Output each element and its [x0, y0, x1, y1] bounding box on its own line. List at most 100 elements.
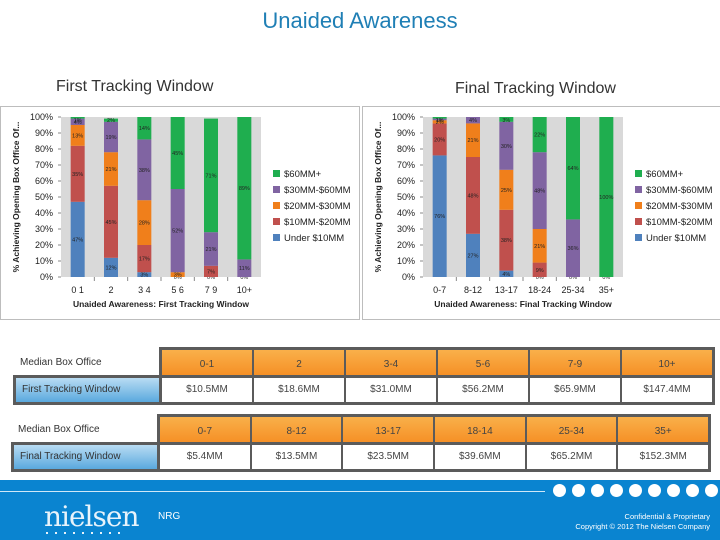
final-value-cell: $39.6MM [435, 445, 525, 469]
x-tick-label: 5 6 [171, 285, 184, 295]
legend-label: $30MM-$60MM [646, 185, 713, 196]
data-label: 19% [105, 135, 116, 141]
legend-label: $60MM+ [284, 169, 322, 180]
data-label: 3% [502, 118, 510, 124]
data-label: 64% [567, 166, 578, 172]
legal-notice: Confidential & Proprietary Copyright © 2… [575, 512, 710, 532]
data-label: 28% [139, 221, 150, 227]
data-label: 48% [534, 189, 545, 195]
data-label: 12% [105, 265, 116, 271]
data-label: 4% [469, 118, 477, 124]
data-label: 2% [107, 118, 115, 124]
y-tick-label: 80% [397, 144, 415, 154]
x-axis-label: Unaided Awareness: Final Tracking Window [434, 299, 612, 309]
x-tick-label: 35+ [599, 285, 614, 295]
final-value-cell: $23.5MM [343, 445, 434, 469]
y-tick-label: 60% [35, 176, 53, 186]
data-label: 47% [72, 237, 83, 243]
data-label: 100% [599, 195, 613, 201]
legend-label: $20MM-$30MM [646, 201, 713, 212]
y-tick-label: 30% [35, 224, 53, 234]
data-label: 4% [502, 272, 510, 278]
data-label: 3% [140, 273, 148, 279]
y-tick-label: 70% [35, 160, 53, 170]
nielsen-logo: nielsen [44, 500, 139, 533]
legend-swatch [273, 170, 280, 177]
data-label: 30% [501, 144, 512, 150]
legend-label: $10MM-$20MM [284, 217, 351, 228]
data-label: 20% [434, 137, 445, 143]
data-label: 13% [72, 133, 83, 139]
data-label: 25% [501, 188, 512, 194]
data-label: 17% [139, 257, 150, 263]
data-label: 52% [172, 229, 183, 235]
y-tick-label: 40% [397, 208, 415, 218]
data-label: 21% [105, 167, 116, 173]
final-row-label: Final Tracking Window [11, 442, 157, 472]
y-tick-label: 100% [30, 112, 53, 122]
x-tick-label: 10+ [237, 285, 252, 295]
first-value-cell: $65.9MM [530, 378, 620, 402]
first-window-subtitle: First Tracking Window [56, 78, 214, 95]
decorative-dots [553, 484, 718, 497]
y-tick-label: 100% [392, 112, 415, 122]
y-tick-label: 20% [397, 240, 415, 250]
first-value-cell: $31.0MM [346, 378, 436, 402]
data-label: 71% [205, 173, 216, 179]
data-label: 22% [534, 133, 545, 139]
final-value-row: $5.4MM $13.5MM $23.5MM $39.6MM $65.2MM $… [157, 442, 711, 472]
data-label: 11% [239, 266, 250, 272]
confidential-text: Confidential & Proprietary [624, 512, 710, 521]
data-label: 3% [174, 273, 182, 279]
y-tick-label: 90% [397, 128, 415, 138]
page-title: Unaided Awareness [262, 8, 458, 33]
first-tracking-chart-svg: 0% 10% 20% 30% 40% 50% 60% 70% 80% 90% 100% % Achie… [11, 112, 351, 309]
x-tick-label: 0-7 [433, 285, 446, 295]
y-tick-label: 70% [397, 160, 415, 170]
final-median-label: Median Box Office [18, 424, 100, 435]
data-label: 38% [139, 168, 150, 174]
data-label: 45% [105, 220, 116, 226]
x-tick-label: 3 4 [138, 285, 151, 295]
x-tick-label: 2 [108, 285, 113, 295]
legend-swatch [635, 202, 642, 209]
x-tick-label: 13-17 [495, 285, 518, 295]
y-tick-label: 0% [40, 272, 53, 282]
legend-swatch [273, 186, 280, 193]
data-label: 38% [501, 238, 512, 244]
first-value-cell: $147.4MM [622, 378, 712, 402]
legend-swatch [273, 234, 280, 241]
legend-label: $10MM-$20MM [646, 217, 713, 228]
data-label: 35% [72, 172, 83, 178]
data-label: 7% [207, 269, 215, 275]
y-tick-label: 50% [35, 192, 53, 202]
y-tick-label: 50% [397, 192, 415, 202]
legend-label: $20MM-$30MM [284, 201, 351, 212]
x-tick-label: 0 1 [71, 285, 84, 295]
legend-label: Under $10MM [646, 233, 706, 244]
final-tracking-chart-svg: 0% 10% 20% 30% 40% 50% 60% 70% 80% 90% 100% % Achie… [373, 112, 713, 309]
plot-area [423, 117, 623, 277]
x-axis-label: Unaided Awareness: First Tracking Window [73, 299, 249, 309]
footer: nielsen NRG Confidential & Proprietary C… [0, 480, 720, 540]
copyright-text: Copyright © 2012 The Nielsen Company [575, 522, 710, 531]
first-median-label: Median Box Office [20, 357, 102, 368]
legend-swatch [635, 170, 642, 177]
y-tick-label: 10% [397, 256, 415, 266]
final-window-subtitle: Final Tracking Window [455, 80, 616, 97]
data-label: 36% [567, 246, 578, 252]
first-value-cell: $56.2MM [438, 378, 528, 402]
logo-dots-decoration [46, 532, 120, 534]
data-label: 48% [467, 193, 478, 199]
y-tick-label: 40% [35, 208, 53, 218]
x-tick-label: 7 9 [205, 285, 218, 295]
final-value-cell: $5.4MM [160, 445, 250, 469]
final-value-cell: $65.2MM [526, 445, 617, 469]
data-label: 21% [467, 138, 478, 144]
data-label: 1% [74, 118, 82, 124]
legend-swatch [273, 202, 280, 209]
data-label: 9% [536, 268, 544, 274]
x-tick-label: 8-12 [464, 285, 482, 295]
y-tick-label: 80% [35, 144, 53, 154]
legend-swatch [635, 234, 642, 241]
